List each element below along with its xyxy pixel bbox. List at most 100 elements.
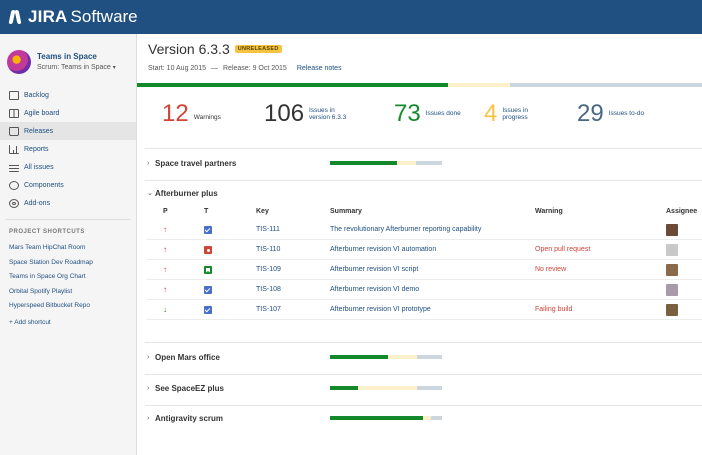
issue-key-link[interactable]: TIS-108 xyxy=(256,280,281,300)
sidebar-item-label: Reports xyxy=(24,145,49,153)
progress-todo-segment xyxy=(417,386,442,390)
shortcuts-list: Mars Team HipChat Room Space Station Dev … xyxy=(0,241,136,314)
priority-high-icon: ↑ xyxy=(163,245,167,254)
sidebar-item-all-issues[interactable]: All issues xyxy=(0,158,136,176)
epic-divider xyxy=(145,180,702,181)
column-header-t[interactable]: T xyxy=(204,208,208,215)
task-type-icon xyxy=(204,226,212,234)
stat-issues-to-do[interactable]: 29 Issues to-do xyxy=(577,99,649,129)
table-row[interactable]: ↑ TIS-109 Afterburner revision VI script No… xyxy=(147,260,702,280)
shortcut-link[interactable]: Mars Team HipChat Room xyxy=(0,241,136,256)
column-header-assignee[interactable]: Assignee xyxy=(666,208,697,215)
release-notes-link[interactable]: Release notes xyxy=(297,65,342,72)
version-progress-bar xyxy=(137,83,702,87)
sidebar-item-releases[interactable]: Releases xyxy=(0,122,136,140)
epic-open-mars-office[interactable]: › Open Mars office xyxy=(147,350,220,364)
stat-value: 12 xyxy=(162,100,189,127)
issue-warning[interactable]: Open pull request xyxy=(535,240,590,260)
priority-low-icon: ↓ xyxy=(163,305,167,314)
epic-afterburner-plus[interactable]: ⌄ Afterburner plus xyxy=(147,186,218,200)
stat-warnings[interactable]: 12 Warnings xyxy=(162,99,221,129)
sidebar-item-reports[interactable]: Reports xyxy=(0,140,136,158)
board-selector[interactable]: Scrum: Teams in Space ▾ xyxy=(37,62,116,74)
sidebar-item-add-ons[interactable]: Add-ons xyxy=(0,194,136,212)
issue-summary-link[interactable]: Afterburner revision VI demo xyxy=(330,280,419,300)
stat-issues-in-progress[interactable]: 4 Issues in progress xyxy=(484,99,542,129)
stat-value: 73 xyxy=(394,100,421,127)
issue-summary-link[interactable]: Afterburner revision VI prototype xyxy=(330,300,431,320)
progress-todo-segment xyxy=(416,161,442,165)
assignee-avatar[interactable] xyxy=(666,304,678,316)
issue-key-link[interactable]: TIS-110 xyxy=(256,240,280,260)
assignee-avatar[interactable] xyxy=(666,264,678,276)
issue-summary-link[interactable]: Afterburner revision VI automation xyxy=(330,240,436,260)
issue-key-link[interactable]: TIS-107 xyxy=(256,300,281,320)
chevron-right-icon: › xyxy=(147,353,150,361)
issue-summary-link[interactable]: The revolutionary Afterburner reporting … xyxy=(330,220,481,240)
column-header-summary[interactable]: Summary xyxy=(330,208,362,215)
shortcut-link[interactable]: Hyperspeed Bitbucket Repo xyxy=(0,299,136,314)
progress-in-progress-segment xyxy=(397,161,417,165)
table-divider xyxy=(145,342,702,343)
assignee-avatar[interactable] xyxy=(666,284,678,296)
issue-warning[interactable]: No review xyxy=(535,260,566,280)
epic-divider xyxy=(145,374,702,375)
shortcut-link[interactable]: Teams in Space Org Chart xyxy=(0,270,136,285)
issue-key-link[interactable]: TIS-111 xyxy=(256,220,280,240)
sidebar-item-agile-board[interactable]: Agile board xyxy=(0,104,136,122)
stat-label: Issues in version 6.3.3 xyxy=(309,106,347,122)
jira-logo-icon xyxy=(8,9,24,25)
column-header-p[interactable]: P xyxy=(163,208,168,215)
stat-value: 106 xyxy=(264,100,305,127)
column-header-key[interactable]: Key xyxy=(256,208,269,215)
column-header-warning[interactable]: Warning xyxy=(535,208,563,215)
addons-icon xyxy=(9,198,19,208)
chevron-down-icon: ⌄ xyxy=(147,190,153,197)
bug-type-icon xyxy=(204,246,212,254)
table-row[interactable]: ↓ TIS-107 Afterburner revision VI prototyp… xyxy=(147,300,702,320)
project-header[interactable]: Teams in Space Scrum: Teams in Space ▾ xyxy=(0,34,136,80)
jira-logo[interactable]: JIRA Software xyxy=(8,7,138,27)
sidebar-item-label: Releases xyxy=(24,127,54,135)
epic-see-spaceez-plus[interactable]: › See SpaceEZ plus xyxy=(147,381,224,395)
epic-progress-bar xyxy=(330,355,442,359)
chevron-right-icon: › xyxy=(147,414,150,422)
issue-warning[interactable]: Failing build xyxy=(535,300,572,320)
sidebar-item-label: Agile board xyxy=(24,109,60,117)
epic-antigravity-scrum[interactable]: › Antigravity scrum xyxy=(147,411,223,425)
task-type-icon xyxy=(204,306,212,314)
sidebar-item-label: Add-ons xyxy=(24,199,51,207)
board-name: Scrum: Teams in Space xyxy=(37,63,111,71)
sidebar-item-backlog[interactable]: Backlog xyxy=(0,86,136,104)
epic-name: Space travel partners xyxy=(155,158,237,168)
issue-key-link[interactable]: TIS-109 xyxy=(256,260,281,280)
version-stats: 12 Warnings 106 Issues in version 6.3.3 73 Is… xyxy=(137,99,702,133)
progress-todo-segment xyxy=(430,416,442,420)
shortcut-link[interactable]: Orbital Spotify Playlist xyxy=(0,285,136,300)
add-shortcut-link[interactable]: + Add shortcut xyxy=(0,319,136,326)
board-icon xyxy=(9,108,19,118)
assignee-avatar[interactable] xyxy=(666,244,678,256)
logo-product-text: Software xyxy=(70,7,138,26)
table-row[interactable]: ↑ TIS-108 Afterburner revision VI demo xyxy=(147,280,702,300)
project-name[interactable]: Teams in Space xyxy=(37,51,116,62)
issue-summary-link[interactable]: Afterburner revision VI script xyxy=(330,260,418,280)
sidebar-item-components[interactable]: Components xyxy=(0,176,136,194)
release-date: Release: 9 Oct 2015 xyxy=(223,65,287,72)
stats-divider xyxy=(145,148,702,149)
stat-value: 4 xyxy=(484,100,498,127)
epic-name: See SpaceEZ plus xyxy=(155,383,224,393)
table-row[interactable]: ↑ TIS-110 Afterburner revision VI automati… xyxy=(147,240,702,260)
stat-label: Warnings xyxy=(193,114,221,122)
epic-space-travel-partners[interactable]: › Space travel partners xyxy=(147,156,236,170)
sidebar-nav: Backlog Agile board Releases Reports All iss… xyxy=(0,86,136,212)
table-row[interactable]: ↑ TIS-111 The revolutionary Afterburner re… xyxy=(147,220,702,240)
top-navigation-bar: JIRA Software xyxy=(0,0,702,34)
shortcut-link[interactable]: Space Station Dev Roadmap xyxy=(0,256,136,271)
stat-issues-in-version-6-3-3[interactable]: 106 Issues in version 6.3.3 xyxy=(264,99,357,129)
date-separator: — xyxy=(211,65,218,72)
stat-issues-done[interactable]: 73 Issues done xyxy=(394,99,466,129)
assignee-avatar[interactable] xyxy=(666,224,678,236)
progress-todo-segment xyxy=(509,83,702,87)
project-avatar xyxy=(7,50,31,74)
